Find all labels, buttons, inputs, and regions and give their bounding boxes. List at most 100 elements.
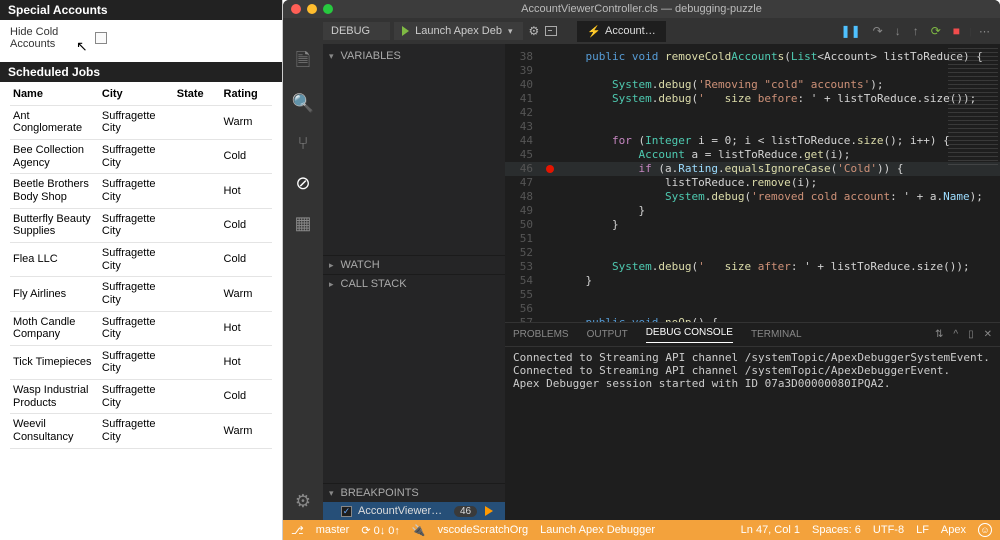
tab-debug-console[interactable]: DEBUG CONSOLE — [646, 327, 733, 343]
extensions-icon[interactable]: ▦ — [292, 212, 314, 234]
hide-cold-checkbox[interactable] — [95, 32, 107, 44]
section-variables[interactable]: VARIABLES — [323, 44, 505, 65]
code-line[interactable]: 44 for (Integer i = 0; i < listToReduce.… — [505, 134, 1000, 148]
search-icon[interactable]: 🔍 — [292, 92, 314, 114]
status-enc[interactable]: UTF-8 — [873, 524, 904, 536]
launch-config-dropdown[interactable]: Launch Apex Deb ▾ — [394, 22, 522, 40]
section-watch[interactable]: WATCH — [323, 255, 505, 274]
code-line[interactable]: 52 — [505, 246, 1000, 260]
code-line[interactable]: 57 public void noOp() { — [505, 316, 1000, 322]
code-line[interactable]: 54 } — [505, 274, 1000, 288]
code-line[interactable]: 43 — [505, 120, 1000, 134]
panel-split-icon[interactable]: ▯ — [968, 329, 974, 340]
view-dropdown[interactable]: DEBUG — [323, 22, 390, 40]
tab-output[interactable]: OUTPUT — [587, 329, 628, 340]
status-sync[interactable]: ⟳ 0↓ 0↑ — [361, 524, 400, 537]
cell-rating: Hot — [221, 345, 272, 379]
plug-icon[interactable]: 🔌 — [412, 524, 426, 537]
code-line[interactable]: 49 } — [505, 204, 1000, 218]
debug-activity-icon[interactable]: ⊘ — [292, 172, 314, 194]
code-line[interactable]: 50 } — [505, 218, 1000, 232]
status-branch[interactable]: master — [316, 524, 350, 536]
console-line: Apex Debugger session started with ID 07… — [513, 377, 992, 390]
code-line[interactable]: 41 System.debug(' size before: ' + listT… — [505, 92, 1000, 106]
col-city[interactable]: City — [99, 84, 174, 105]
breakpoint-checkbox[interactable]: ✓ — [341, 506, 352, 517]
status-lang[interactable]: Apex — [941, 524, 966, 536]
accounts-table: Name City State Rating Ant ConglomerateS… — [10, 84, 272, 448]
debug-topbar: DEBUG Launch Apex Deb ▾ ⚙ ⚡ Account… ❚❚ … — [283, 18, 1000, 44]
table-row[interactable]: Moth Candle CompanySuffragette CityHot — [10, 311, 272, 345]
code-line[interactable]: 40 System.debug('Removing "cold" account… — [505, 78, 1000, 92]
table-row[interactable]: Flea LLCSuffragette CityCold — [10, 242, 272, 276]
console-line: Connected to Streaming API channel /syst… — [513, 364, 992, 377]
section-breakpoints[interactable]: BREAKPOINTS — [323, 483, 505, 502]
code-line[interactable]: 47 listToReduce.remove(i); — [505, 176, 1000, 190]
col-state[interactable]: State — [174, 84, 221, 105]
debug-console-icon[interactable] — [545, 26, 557, 36]
table-row[interactable]: Tick TimepiecesSuffragette CityHot — [10, 345, 272, 379]
console-output[interactable]: Connected to Streaming API channel /syst… — [505, 347, 1000, 394]
stop-icon[interactable]: ■ — [953, 24, 960, 38]
col-name[interactable]: Name — [10, 84, 99, 105]
table-row[interactable]: Beetle Brothers Body ShopSuffragette Cit… — [10, 174, 272, 208]
bottom-panel: PROBLEMS OUTPUT DEBUG CONSOLE TERMINAL ⇅… — [505, 322, 1000, 520]
special-accounts-header: Special Accounts — [0, 0, 282, 20]
panel-filter-icon[interactable]: ⇅ — [935, 329, 943, 340]
cell-rating: Warm — [221, 105, 272, 139]
branch-icon[interactable]: ⎇ — [291, 524, 304, 537]
editor-tab[interactable]: ⚡ Account… — [577, 21, 665, 42]
table-row[interactable]: Bee Collection AgencySuffragette CityCol… — [10, 140, 272, 174]
table-row[interactable]: Ant ConglomerateSuffragette CityWarm — [10, 105, 272, 139]
minimap[interactable] — [948, 48, 998, 168]
section-callstack[interactable]: CALL STACK — [323, 274, 505, 293]
status-eol[interactable]: LF — [916, 524, 929, 536]
cell-name: Moth Candle Company — [10, 311, 99, 345]
status-spaces[interactable]: Spaces: 6 — [812, 524, 861, 536]
code-line[interactable]: 48 System.debug('removed cold account: '… — [505, 190, 1000, 204]
explorer-icon[interactable]: 🗎 — [292, 52, 314, 74]
cell-city: Suffragette City — [99, 174, 174, 208]
more-icon[interactable]: ⋯ — [979, 25, 990, 38]
gear-icon[interactable]: ⚙ — [529, 24, 540, 38]
table-row[interactable]: Butterfly Beauty SuppliesSuffragette Cit… — [10, 208, 272, 242]
cell-name: Beetle Brothers Body Shop — [10, 174, 99, 208]
code-editor[interactable]: 38 public void removeColdAccounts(List<A… — [505, 44, 1000, 322]
debug-toolbar[interactable]: ❚❚ ↷ ↓ ↑ ⟳ ■ — [831, 18, 970, 44]
tab-terminal[interactable]: TERMINAL — [751, 329, 802, 340]
panel-close-icon[interactable]: ✕ — [984, 329, 992, 340]
restart-icon[interactable]: ⟳ — [931, 24, 941, 38]
status-org[interactable]: vscodeScratchOrg — [438, 524, 528, 536]
col-rating[interactable]: Rating — [221, 84, 272, 105]
breakpoint-row[interactable]: ✓ AccountViewerController.cls fo… 46 — [323, 502, 505, 520]
table-row[interactable]: Wasp Industrial ProductsSuffragette City… — [10, 380, 272, 414]
step-into-icon[interactable]: ↓ — [895, 24, 901, 38]
settings-icon[interactable]: ⚙ — [292, 490, 314, 512]
cell-name: Butterfly Beauty Supplies — [10, 208, 99, 242]
code-line[interactable]: 51 — [505, 232, 1000, 246]
code-line[interactable]: 39 — [505, 64, 1000, 78]
table-row[interactable]: Fly AirlinesSuffragette CityWarm — [10, 277, 272, 311]
code-line[interactable]: 55 — [505, 288, 1000, 302]
panel-collapse-icon[interactable]: ^ — [953, 329, 958, 340]
step-out-icon[interactable]: ↑ — [913, 24, 919, 38]
cell-state — [174, 208, 221, 242]
scm-icon[interactable]: ⑂ — [292, 132, 314, 154]
step-over-icon[interactable]: ↷ — [873, 24, 883, 38]
breakpoint-dot[interactable] — [546, 165, 554, 173]
code-line[interactable]: 46 if (a.Rating.equalsIgnoreCase('Cold')… — [505, 162, 1000, 176]
table-row[interactable]: Weevil ConsultancySuffragette CityWarm — [10, 414, 272, 448]
status-task[interactable]: Launch Apex Debugger — [540, 524, 655, 536]
code-line[interactable]: 38 public void removeColdAccounts(List<A… — [505, 50, 1000, 64]
status-pos[interactable]: Ln 47, Col 1 — [741, 524, 800, 536]
code-line[interactable]: 53 System.debug(' size after: ' + listTo… — [505, 260, 1000, 274]
breakpoint-line-badge: 46 — [454, 506, 477, 517]
pause-icon[interactable]: ❚❚ — [841, 24, 861, 38]
code-line[interactable]: 56 — [505, 302, 1000, 316]
code-line[interactable]: 42 — [505, 106, 1000, 120]
tab-problems[interactable]: PROBLEMS — [513, 329, 569, 340]
code-line[interactable]: 45 Account a = listToReduce.get(i); — [505, 148, 1000, 162]
cell-rating: Cold — [221, 380, 272, 414]
feedback-icon[interactable]: ☺ — [978, 523, 992, 537]
cell-city: Suffragette City — [99, 208, 174, 242]
